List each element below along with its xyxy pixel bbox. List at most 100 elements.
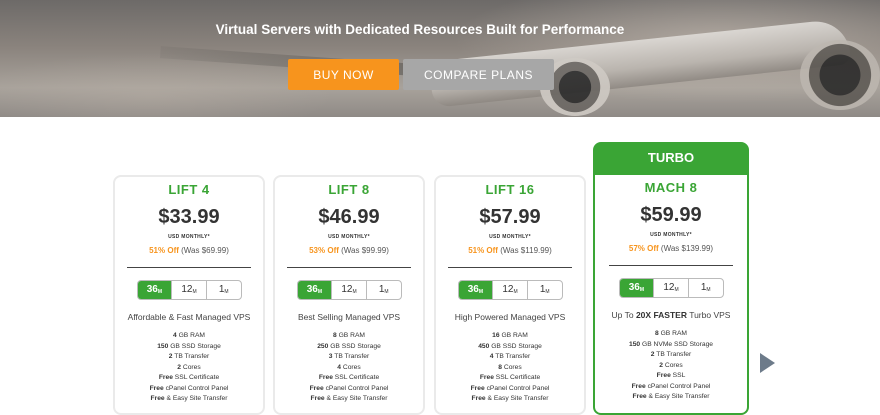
term-option-1[interactable]: 1M — [367, 281, 401, 299]
feature-label: cPanel Control Panel — [484, 384, 550, 392]
plan-card-lift-8: LIFT 8 $46.99 USD MONTHLY* 53% Off (Was $99… — [273, 175, 425, 415]
was-price: (Was $69.99) — [181, 246, 229, 255]
term-option-12[interactable]: 12M — [493, 281, 528, 299]
hero-title: Virtual Servers with Dedicated Resources… — [215, 22, 625, 37]
term-option-1[interactable]: 1M — [689, 279, 723, 297]
term-unit: M — [639, 287, 644, 293]
term-number: 36 — [146, 284, 158, 295]
price-period: USD MONTHLY* — [168, 234, 210, 240]
feature-value: Free — [470, 384, 485, 392]
feature-item: 8 Cores — [436, 363, 584, 374]
feature-item: Free cPanel Control Panel — [436, 384, 584, 395]
plan-card-mach-8: MACH 8 $59.99 USD MONTHLY* 57% Off (Was $13… — [593, 175, 749, 415]
feature-label: TB Transfer — [172, 353, 210, 360]
term-unit: M — [157, 289, 162, 295]
term-number: 36 — [306, 284, 318, 295]
price-period: USD MONTHLY* — [489, 234, 531, 240]
term-unit: M — [384, 289, 389, 295]
feature-item: 2 Cores — [595, 361, 747, 372]
plan-price: $46.99 — [318, 206, 380, 228]
feature-label: GB SSD Storage — [168, 342, 221, 350]
feature-item: Free cPanel Control Panel — [115, 384, 263, 395]
feature-label: Cores — [181, 363, 201, 371]
plan-card-lift-4: LIFT 4 $33.99 USD MONTHLY* 51% Off (Was $69… — [113, 175, 265, 415]
feature-label: SSL Certificate — [493, 374, 541, 381]
plan-name: LIFT 16 — [485, 182, 535, 197]
feature-item: Free cPanel Control Panel — [275, 384, 423, 395]
feature-value: Free — [479, 374, 494, 381]
term-option-12[interactable]: 12M — [332, 281, 367, 299]
feature-label: GB RAM — [176, 332, 205, 339]
feature-item: Free & Easy Site Transfer — [595, 392, 747, 403]
plane-engine-image — [800, 40, 880, 110]
discount-text: 53% Off (Was $99.99) — [275, 246, 423, 255]
feature-value: Free — [631, 382, 646, 390]
divider — [287, 267, 411, 268]
buy-now-button[interactable]: BUY NOW — [288, 59, 399, 90]
plan-card-lift-16: LIFT 16 $57.99 USD MONTHLY* 51% Off (Was $1… — [434, 175, 586, 415]
divider — [127, 267, 251, 268]
plan-tagline: High Powered Managed VPS — [436, 312, 584, 322]
tagline-text: High Powered Managed VPS — [454, 312, 566, 322]
feature-item: 8 GB RAM — [595, 329, 747, 340]
tagline-highlight: 20X FASTER — [635, 310, 687, 320]
discount-percent: 53% Off — [309, 246, 339, 255]
term-selector: 36M 12M 1M — [136, 280, 242, 300]
feature-label: cPanel Control Panel — [645, 382, 711, 390]
term-number: 36 — [467, 284, 479, 295]
plan-tagline: Best Selling Managed VPS — [275, 312, 423, 322]
term-unit: M — [317, 289, 322, 295]
term-number: 12 — [663, 282, 675, 293]
plan-name: LIFT 8 — [328, 182, 370, 197]
feature-value: 450 — [478, 342, 490, 350]
was-price: (Was $119.99) — [500, 246, 552, 255]
feature-label: SSL Certificate — [332, 374, 380, 381]
feature-item: 450 GB SSD Storage — [436, 342, 584, 353]
feature-label: Cores — [341, 363, 361, 371]
feature-item: 150 GB NVMe SSD Storage — [595, 340, 747, 351]
feature-item: Free SSL — [595, 371, 747, 382]
compare-plans-button[interactable]: COMPARE PLANS — [403, 59, 554, 90]
feature-label: & Easy Site Transfer — [646, 393, 710, 400]
feature-list: 8 GB RAM 150 GB NVMe SSD Storage 2 TB Tran… — [595, 329, 747, 403]
feature-label: GB RAM — [336, 332, 365, 339]
term-option-1[interactable]: 1M — [207, 281, 241, 299]
feature-item: 2 Cores — [115, 363, 263, 374]
feature-label: GB SSD Storage — [489, 342, 542, 350]
term-selector: 36M 12M 1M — [618, 278, 724, 298]
hero-banner: Virtual Servers with Dedicated Resources… — [0, 0, 880, 117]
term-option-36[interactable]: 36M — [619, 279, 655, 297]
plan-price: $59.99 — [640, 204, 702, 226]
term-option-12[interactable]: 12M — [654, 279, 689, 297]
feature-list: 4 GB RAM 150 GB SSD Storage 2 TB Transfer 2… — [115, 331, 263, 405]
feature-item: Free & Easy Site Transfer — [115, 394, 263, 405]
feature-value: 150 — [628, 340, 641, 348]
chevron-right-icon[interactable] — [760, 353, 775, 373]
plan-name: LIFT 4 — [168, 182, 210, 197]
feature-label: & Easy Site Transfer — [324, 395, 388, 402]
term-unit: M — [513, 289, 518, 295]
term-option-12[interactable]: 12M — [172, 281, 207, 299]
feature-item: Free cPanel Control Panel — [595, 382, 747, 393]
feature-label: cPanel Control Panel — [323, 384, 389, 392]
discount-percent: 57% Off — [628, 244, 659, 253]
feature-label: TB Transfer — [332, 353, 370, 360]
term-option-36[interactable]: 36M — [297, 281, 333, 299]
plan-tagline: Affordable & Fast Managed VPS — [115, 312, 263, 322]
feature-item: 4 TB Transfer — [436, 352, 584, 363]
feature-value: Free — [310, 395, 325, 402]
discount-text: 51% Off (Was $69.99) — [115, 246, 263, 255]
turbo-tab: TURBO — [593, 142, 749, 177]
was-price: (Was $99.99) — [341, 246, 389, 255]
term-option-36[interactable]: 36M — [458, 281, 494, 299]
feature-item: 4 Cores — [275, 363, 423, 374]
feature-label: Cores — [502, 363, 522, 371]
feature-item: 2 TB Transfer — [115, 352, 263, 363]
term-option-1[interactable]: 1M — [528, 281, 562, 299]
feature-label: TB Transfer — [493, 353, 531, 360]
feature-label: cPanel Control Panel — [163, 384, 229, 392]
feature-label: GB SSD Storage — [328, 342, 381, 350]
tagline-text: Affordable & Fast Managed VPS — [127, 312, 251, 322]
term-option-36[interactable]: 36M — [137, 281, 173, 299]
divider — [609, 265, 733, 266]
